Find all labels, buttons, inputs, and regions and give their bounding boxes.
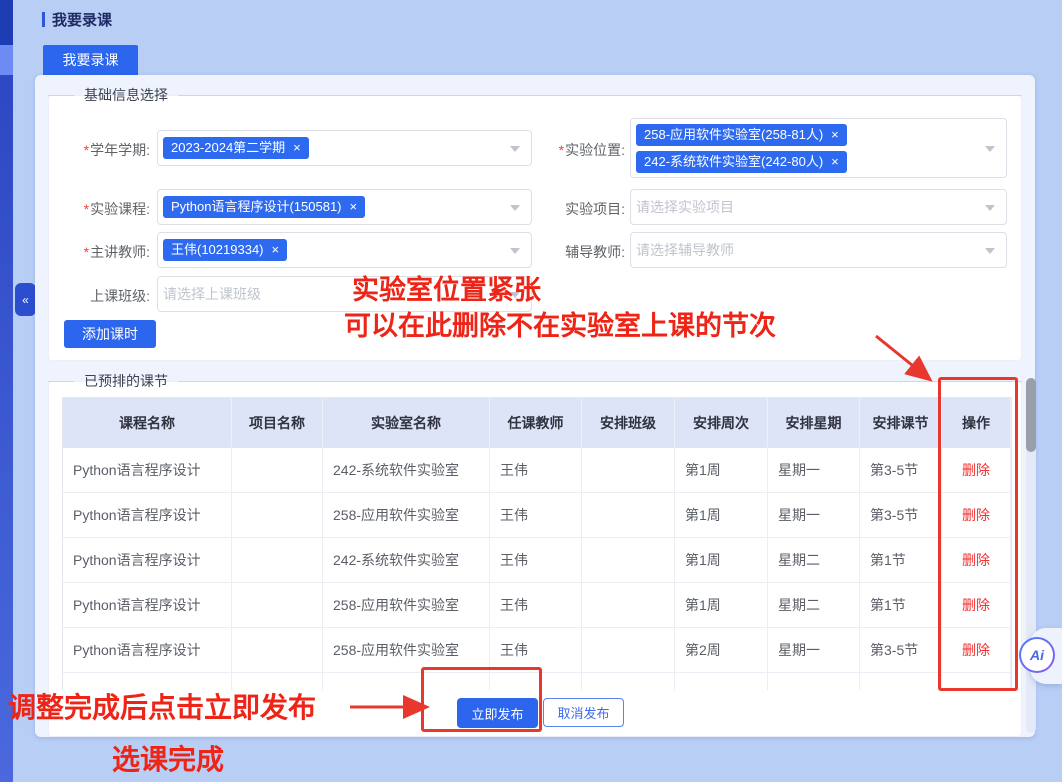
- scheduled-lessons-legend: 已预排的课节: [48, 373, 1022, 389]
- breadcrumb: 我要录课: [42, 8, 112, 30]
- table-row: Python语言程序设计 242-系统软件实验室 王伟 第1周 星期二 第1节 …: [63, 538, 1011, 583]
- sidebar-strip: [0, 75, 13, 782]
- ai-icon: Ai: [1030, 647, 1044, 663]
- table-row: Python语言程序设计 258-应用软件实验室 王伟 第2周 星期一 第3-5…: [63, 628, 1011, 673]
- teacher-label: *主讲教师:: [38, 242, 150, 262]
- delete-link[interactable]: 删除: [962, 640, 990, 660]
- table-row: Python语言程序设计 258-应用软件实验室 王伟 第1周 星期一 第3-5…: [63, 493, 1011, 538]
- project-placeholder: 请选择实验项目: [636, 197, 734, 217]
- delete-link[interactable]: 删除: [962, 460, 990, 480]
- close-icon[interactable]: ×: [293, 140, 301, 156]
- close-icon[interactable]: ×: [831, 154, 839, 170]
- ai-assistant-button[interactable]: Ai: [1019, 637, 1055, 673]
- table-header-row: 课程名称 项目名称 实验室名称 任课教师 安排班级 安排周次 安排星期 安排课节…: [63, 398, 1011, 448]
- delete-link[interactable]: 删除: [962, 505, 990, 525]
- location-tag-2: 242-系统软件实验室(242-80人) ×: [636, 151, 847, 173]
- project-label: 实验项目:: [513, 199, 625, 219]
- annotation-text-2: 可以在此删除不在实验室上课的节次: [344, 304, 776, 343]
- assistant-label: 辅导教师:: [513, 242, 625, 262]
- app-window: « 我要录课 我要录课 基础信息选择 *学年学期: 2023-2024第二学期 …: [0, 0, 1062, 782]
- schedule-table: 课程名称 项目名称 实验室名称 任课教师 安排班级 安排周次 安排星期 安排课节…: [62, 397, 1012, 690]
- semester-select[interactable]: 2023-2024第二学期 ×: [157, 130, 532, 166]
- location-select[interactable]: 258-应用软件实验室(258-81人) × 242-系统软件实验室(242-8…: [630, 118, 1007, 178]
- section-title: 已预排的课节: [84, 371, 168, 391]
- chevron-down-icon: [985, 248, 995, 254]
- delete-link[interactable]: 删除: [962, 550, 990, 570]
- table-row: Python语言程序设计 258-应用软件实验室 王伟 第1周 星期二 第1节 …: [63, 583, 1011, 628]
- assistant-placeholder: 请选择辅导教师: [636, 240, 734, 260]
- annotation-text-1: 实验室位置紧张: [352, 268, 541, 307]
- annotation-text-3: 调整完成后点击立即发布: [8, 686, 316, 726]
- location-tag-1: 258-应用软件实验室(258-81人) ×: [636, 124, 847, 146]
- tab-record-course[interactable]: 我要录课: [43, 45, 138, 75]
- close-icon[interactable]: ×: [272, 242, 280, 258]
- assistant-select[interactable]: 请选择辅导教师: [630, 232, 1007, 268]
- semester-label: *学年学期:: [38, 140, 150, 160]
- page-title: 我要录课: [52, 9, 112, 30]
- required-asterisk: *: [84, 142, 89, 158]
- publish-button[interactable]: 立即发布: [457, 698, 538, 728]
- sidebar-strip-top: [0, 0, 13, 45]
- required-asterisk: *: [84, 201, 89, 217]
- delete-link[interactable]: 删除: [962, 595, 990, 615]
- chevron-down-icon: [985, 205, 995, 211]
- required-asterisk: *: [559, 142, 564, 158]
- table-row: Python语言程序设计 242-系统软件实验室 王伟 第1周 星期一 第3-5…: [63, 448, 1011, 493]
- semester-tag: 2023-2024第二学期 ×: [163, 137, 309, 159]
- scrollbar-thumb[interactable]: [1026, 378, 1036, 452]
- course-tag: Python语言程序设计(150581) ×: [163, 196, 365, 218]
- sidebar-collapse-button[interactable]: «: [15, 283, 36, 316]
- close-icon[interactable]: ×: [350, 199, 358, 215]
- chevron-down-icon: [985, 146, 995, 152]
- required-asterisk: *: [84, 244, 89, 260]
- add-lesson-button[interactable]: 添加课时: [64, 320, 156, 348]
- annotation-text-4: 选课完成: [112, 738, 224, 778]
- cancel-publish-button[interactable]: 取消发布: [543, 698, 624, 727]
- section-title: 基础信息选择: [84, 85, 168, 105]
- chevrons-left-icon: «: [22, 293, 29, 307]
- teacher-tag: 王伟(10219334) ×: [163, 239, 287, 261]
- basic-info-legend: 基础信息选择: [48, 87, 1022, 103]
- project-select[interactable]: 请选择实验项目: [630, 189, 1007, 225]
- class-placeholder: 请选择上课班级: [163, 284, 261, 304]
- title-accent-bar: [42, 12, 45, 27]
- course-label: *实验课程:: [38, 199, 150, 219]
- class-label: 上课班级:: [38, 286, 150, 306]
- location-label: *实验位置:: [513, 140, 625, 160]
- close-icon[interactable]: ×: [831, 127, 839, 143]
- sidebar-strip-active-item[interactable]: [0, 45, 13, 75]
- teacher-select[interactable]: 王伟(10219334) ×: [157, 232, 532, 268]
- course-select[interactable]: Python语言程序设计(150581) ×: [157, 189, 532, 225]
